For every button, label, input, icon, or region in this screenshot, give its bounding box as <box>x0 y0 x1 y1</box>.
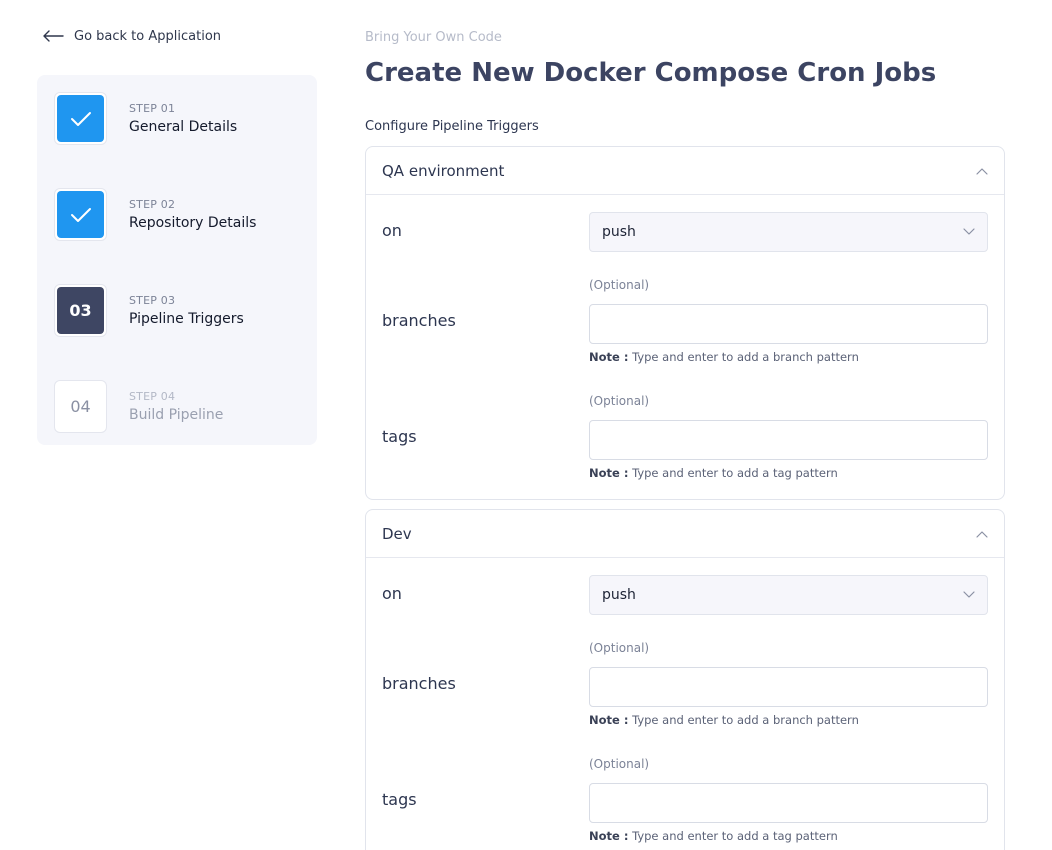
step-status-box <box>54 188 107 241</box>
step-badge: 03 <box>57 287 104 334</box>
wizard-steps: STEP 01 General Details STEP 02 Reposito… <box>37 75 317 445</box>
note-text: Type and enter to add a tag pattern <box>632 466 838 480</box>
branches-optional-hint: (Optional) <box>589 278 650 292</box>
check-icon <box>70 111 91 126</box>
step-title: General Details <box>129 119 238 135</box>
arrow-left-icon <box>43 30 64 42</box>
on-label: on <box>382 584 402 603</box>
tags-optional-hint: (Optional) <box>589 394 650 408</box>
tags-note: Note : Type and enter to add a tag patte… <box>589 466 838 480</box>
step-number: STEP 03 <box>129 294 176 307</box>
check-icon <box>70 207 91 222</box>
note-text: Type and enter to add a tag pattern <box>632 829 838 843</box>
step-status-box <box>54 92 107 145</box>
step-build-pipeline[interactable]: 04 STEP 04 Build Pipeline <box>54 380 223 433</box>
branches-note: Note : Type and enter to add a branch pa… <box>589 713 859 727</box>
step-title: Repository Details <box>129 215 257 231</box>
section-label: Configure Pipeline Triggers <box>365 119 539 134</box>
on-label: on <box>382 221 402 240</box>
step-pipeline-triggers[interactable]: 03 STEP 03 Pipeline Triggers <box>54 284 244 337</box>
tags-label: tags <box>382 427 417 446</box>
environment-panel-dev: Dev on push (Optional) branches Note : T… <box>365 509 1005 850</box>
branches-label: branches <box>382 674 456 693</box>
chevron-down-icon <box>963 591 975 598</box>
tags-input[interactable] <box>589 783 988 823</box>
branches-note: Note : Type and enter to add a branch pa… <box>589 350 859 364</box>
tags-label: tags <box>382 790 417 809</box>
panel-header[interactable]: Dev <box>366 510 1004 558</box>
trigger-event-select[interactable]: push <box>589 212 988 252</box>
chevron-down-icon <box>963 228 975 235</box>
tags-input[interactable] <box>589 420 988 460</box>
step-number: STEP 02 <box>129 198 176 211</box>
trigger-event-select[interactable]: push <box>589 575 988 615</box>
panel-header[interactable]: QA environment <box>366 147 1004 195</box>
step-status-box: 03 <box>54 284 107 337</box>
environment-name: Dev <box>382 524 412 543</box>
step-status-box: 04 <box>54 380 107 433</box>
note-key: Note : <box>589 350 629 364</box>
note-text: Type and enter to add a branch pattern <box>632 713 859 727</box>
branches-label: branches <box>382 311 456 330</box>
chevron-up-icon[interactable] <box>976 167 988 175</box>
chevron-up-icon[interactable] <box>976 530 988 538</box>
note-key: Note : <box>589 829 629 843</box>
trigger-event-value: push <box>602 587 636 603</box>
branches-optional-hint: (Optional) <box>589 641 650 655</box>
page-kicker: Bring Your Own Code <box>365 30 502 45</box>
page-title: Create New Docker Compose Cron Jobs <box>365 58 937 88</box>
back-link-label: Go back to Application <box>74 28 222 44</box>
note-text: Type and enter to add a branch pattern <box>632 350 859 364</box>
step-title: Pipeline Triggers <box>129 311 244 327</box>
trigger-event-value: push <box>602 224 636 240</box>
note-key: Note : <box>589 713 629 727</box>
step-general-details[interactable]: STEP 01 General Details <box>54 92 237 145</box>
step-title: Build Pipeline <box>129 407 224 423</box>
back-to-application-link[interactable]: Go back to Application <box>42 26 221 46</box>
note-key: Note : <box>589 466 629 480</box>
step-badge: 04 <box>57 383 104 430</box>
environment-panel-qa: QA environment on push (Optional) branch… <box>365 146 1005 500</box>
step-repository-details[interactable]: STEP 02 Repository Details <box>54 188 256 241</box>
step-number: STEP 01 <box>129 102 176 115</box>
tags-optional-hint: (Optional) <box>589 757 650 771</box>
step-number: STEP 04 <box>129 390 176 403</box>
environment-name: QA environment <box>382 161 505 180</box>
branches-input[interactable] <box>589 667 988 707</box>
tags-note: Note : Type and enter to add a tag patte… <box>589 829 838 843</box>
branches-input[interactable] <box>589 304 988 344</box>
